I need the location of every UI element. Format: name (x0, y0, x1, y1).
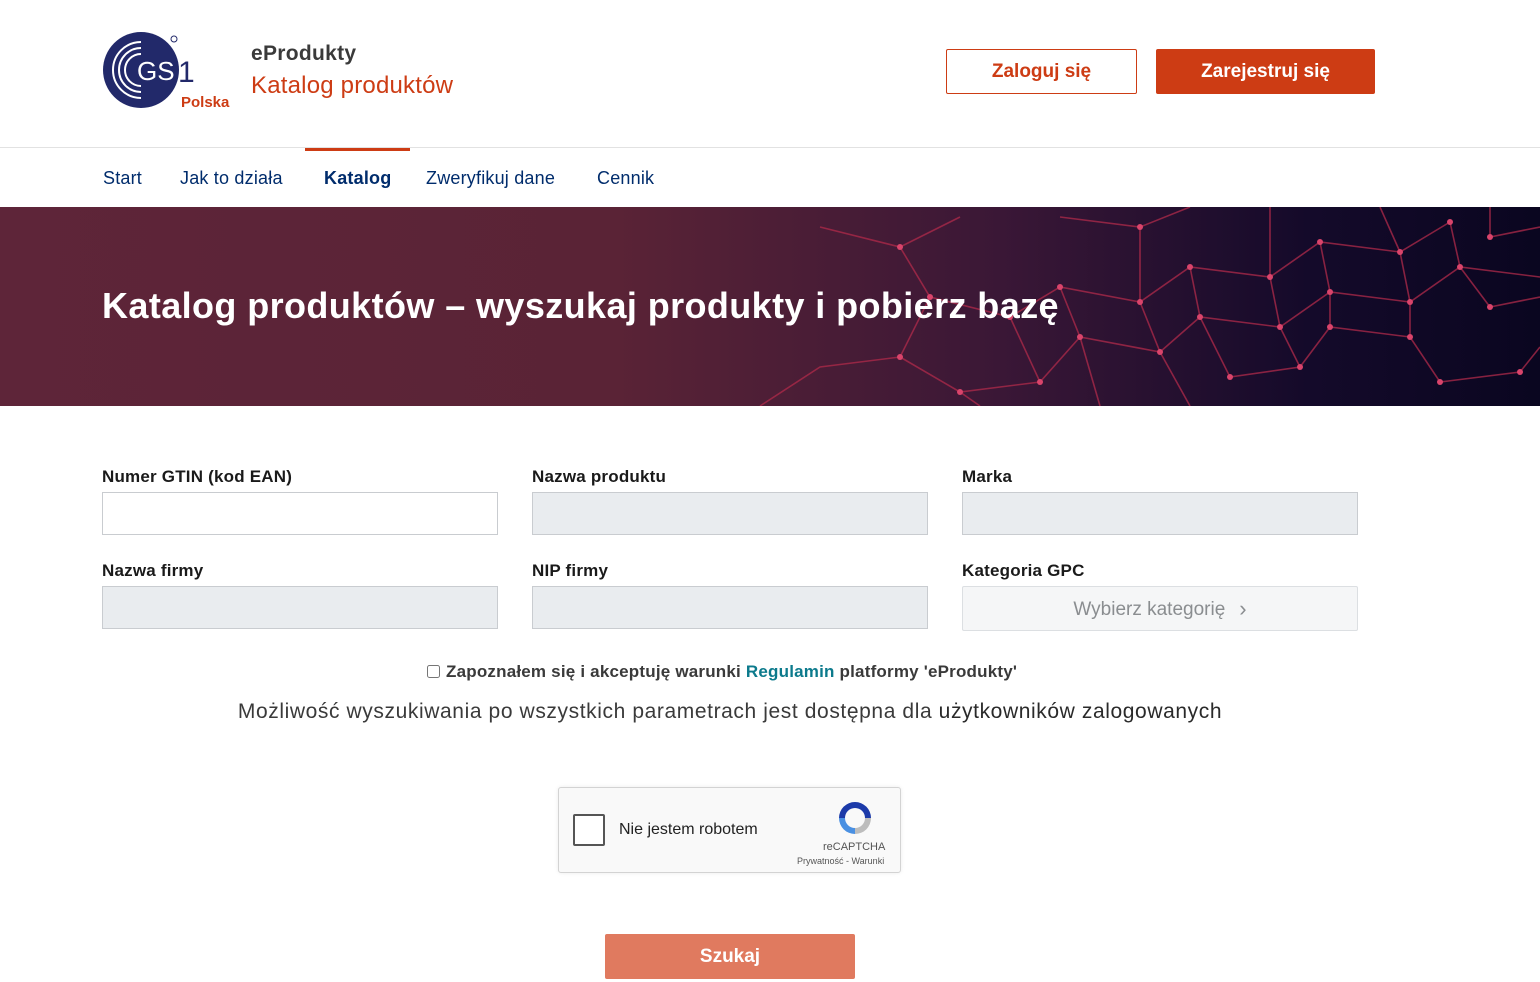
brand-subtitle: Katalog produktów (251, 72, 454, 99)
info-text: Możliwość wyszukiwania po wszystkich par… (237, 700, 933, 723)
nip-input[interactable] (532, 586, 928, 629)
recaptcha-checkbox[interactable] (573, 814, 605, 846)
gs1-logo[interactable]: GS 1 Polska (103, 30, 238, 112)
gpc-label: Kategoria GPC (962, 561, 1085, 580)
recaptcha-icon (839, 802, 871, 834)
page-title: Katalog produktów – wyszukaj produkty i … (102, 285, 1059, 326)
recaptcha-links[interactable]: Prywatność - Warunki (797, 856, 884, 866)
svg-text:GS: GS (137, 56, 175, 86)
svg-text:1: 1 (178, 56, 195, 89)
terms-row: Zapoznałem się i akceptuję warunki Regul… (427, 662, 1017, 682)
logo-region: Polska (181, 94, 230, 111)
nav-item-katalog[interactable]: Katalog (304, 148, 411, 207)
brand: eProdukty Katalog produktów (251, 42, 453, 100)
hero-banner: Katalog produktów – wyszukaj produkty i … (0, 207, 1540, 406)
info-emphasis: użytkowników zalogowanych (938, 700, 1223, 723)
recaptcha-label: Nie jestem robotem (619, 821, 758, 838)
brand-title: eProdukty (251, 42, 357, 65)
terms-checkbox[interactable] (427, 665, 440, 678)
terms-prefix: Zapoznałem się i akceptuję warunki (446, 662, 741, 681)
search-button[interactable]: Szukaj (605, 934, 855, 979)
register-button[interactable]: Zarejestruj się (1156, 49, 1375, 94)
login-button[interactable]: Zaloguj się (946, 49, 1137, 94)
brand-input[interactable] (962, 492, 1358, 535)
nav-item-zweryfikuj-dane[interactable]: Zweryfikuj dane (426, 149, 555, 207)
terms-link[interactable]: Regulamin (746, 662, 835, 681)
gtin-input[interactable] (102, 492, 498, 535)
nav-item-jak-to-dziala[interactable]: Jak to działa (180, 149, 283, 207)
site-header: GS 1 Polska eProdukty Katalog produktów … (0, 0, 1540, 148)
nav-item-cennik[interactable]: Cennik (597, 149, 654, 207)
terms-suffix: platformy 'eProdukty' (839, 662, 1018, 681)
gtin-label: Numer GTIN (kod EAN) (102, 467, 293, 486)
recaptcha-widget: Nie jestem robotem reCAPTCHA Prywatność … (558, 787, 901, 873)
login-info-text: Możliwość wyszukiwania po wszystkich par… (0, 700, 1460, 724)
chevron-right-icon: › (1239, 596, 1247, 621)
gpc-button-label: Wybierz kategorię (1073, 599, 1226, 620)
nip-label: NIP firmy (532, 561, 609, 580)
gpc-category-button[interactable]: Wybierz kategorię › (962, 586, 1358, 631)
main-nav: Start Jak to działa Katalog Zweryfikuj d… (0, 148, 1540, 207)
brand-label: Marka (962, 467, 1013, 486)
product-name-input[interactable] (532, 492, 928, 535)
product-name-label: Nazwa produktu (532, 467, 667, 486)
company-input[interactable] (102, 586, 498, 629)
company-label: Nazwa firmy (102, 561, 204, 580)
recaptcha-brand: reCAPTCHA (823, 841, 886, 853)
nav-item-start[interactable]: Start (103, 149, 142, 207)
